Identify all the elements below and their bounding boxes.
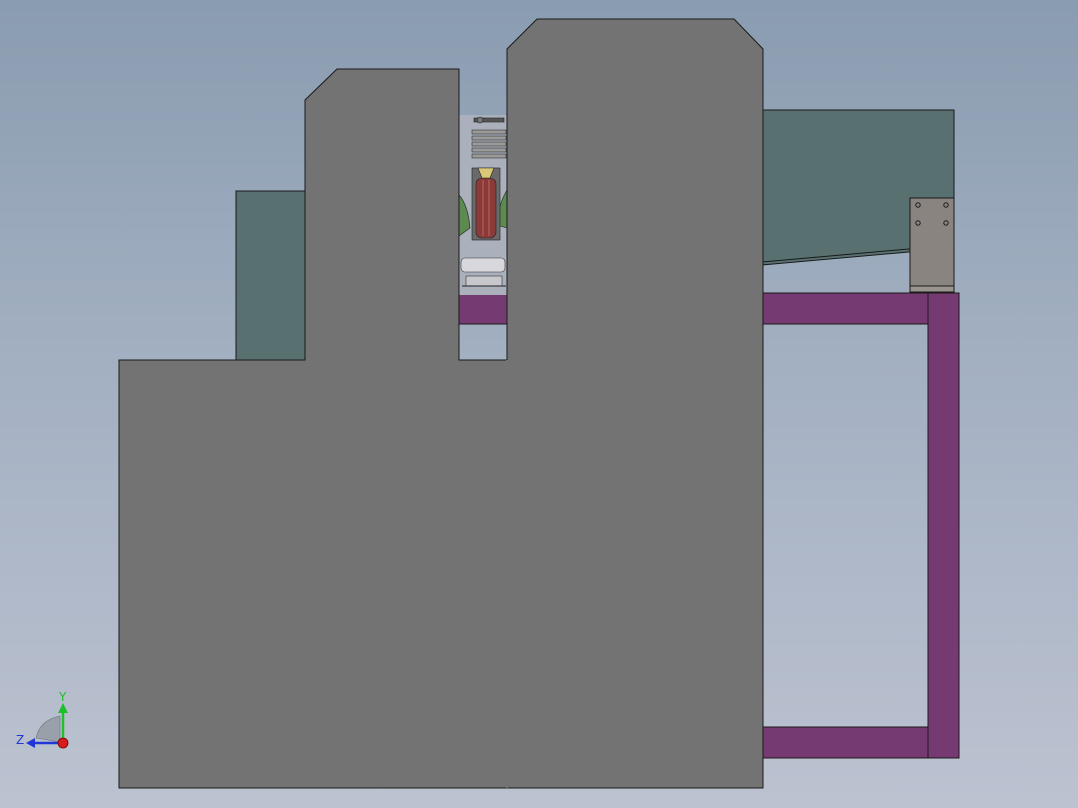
pulley-sheave: [475, 177, 497, 239]
triad-arc: [35, 715, 61, 743]
left-housing-block[interactable]: [118, 68, 508, 789]
model-view[interactable]: Y Z: [0, 0, 1078, 808]
frame-vertical-leg[interactable]: [927, 292, 960, 759]
base-cylinder: [460, 257, 506, 273]
y-axis-label: Y: [58, 690, 67, 704]
x-axis-dot: [57, 737, 69, 749]
z-axis-label: Z: [16, 733, 24, 747]
left-side-panel[interactable]: [235, 190, 309, 364]
right-housing-tower[interactable]: [506, 18, 764, 789]
drive-pulley-assembly[interactable]: [458, 115, 508, 295]
frame-bottom-beam[interactable]: [761, 726, 929, 759]
mounting-bracket[interactable]: [909, 197, 955, 293]
cad-graphics-viewport[interactable]: Y Z: [0, 0, 1078, 808]
belt-guard: [471, 129, 507, 159]
orientation-triad[interactable]: Y Z: [16, 690, 69, 749]
